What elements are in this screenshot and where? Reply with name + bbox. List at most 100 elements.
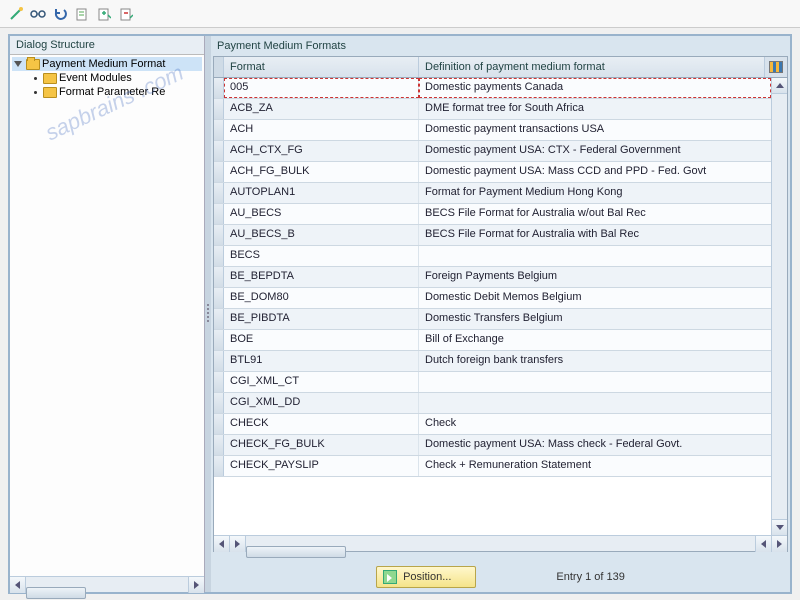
scroll-thumb[interactable] xyxy=(246,546,346,558)
scroll-left-button[interactable] xyxy=(214,536,230,552)
cell-format[interactable]: CGI_XML_DD xyxy=(224,393,419,413)
row-selector[interactable] xyxy=(214,246,224,266)
cell-format[interactable]: BOE xyxy=(224,330,419,350)
row-selector[interactable] xyxy=(214,372,224,392)
cell-format[interactable]: CHECK_FG_BULK xyxy=(224,435,419,455)
new-entries-icon[interactable] xyxy=(74,6,90,22)
tree-horizontal-scrollbar[interactable] xyxy=(10,576,204,592)
cell-format[interactable]: BTL91 xyxy=(224,351,419,371)
table-row[interactable]: AU_BECS_BBECS File Format for Australia … xyxy=(214,225,771,246)
scroll-down-button[interactable] xyxy=(772,519,787,535)
cell-definition[interactable]: Domestic payment USA: Mass check - Feder… xyxy=(419,435,771,455)
delimit-icon[interactable] xyxy=(118,6,134,22)
cell-definition[interactable]: Format for Payment Medium Hong Kong xyxy=(419,183,771,203)
scroll-right-button[interactable] xyxy=(188,577,204,593)
vertical-scrollbar[interactable] xyxy=(771,78,787,535)
cell-format[interactable]: CHECK xyxy=(224,414,419,434)
scroll-right-end-button[interactable] xyxy=(771,536,787,552)
cell-definition[interactable]: Check + Remuneration Statement xyxy=(419,456,771,476)
cell-definition[interactable] xyxy=(419,246,771,266)
table-row[interactable]: AU_BECSBECS File Format for Australia w/… xyxy=(214,204,771,225)
position-button[interactable]: Position... xyxy=(376,566,476,588)
cell-format[interactable]: AU_BECS_B xyxy=(224,225,419,245)
table-row[interactable]: CHECK_FG_BULKDomestic payment USA: Mass … xyxy=(214,435,771,456)
glasses-icon[interactable] xyxy=(30,6,46,22)
undo-icon[interactable] xyxy=(52,6,68,22)
row-selector[interactable] xyxy=(214,183,224,203)
table-row[interactable]: CHECKCheck xyxy=(214,414,771,435)
row-selector[interactable] xyxy=(214,141,224,161)
scroll-left-button[interactable] xyxy=(10,577,26,593)
scroll-up-button[interactable] xyxy=(772,78,787,94)
table-row[interactable]: CGI_XML_DD xyxy=(214,393,771,414)
cell-definition[interactable]: DME format tree for South Africa xyxy=(419,99,771,119)
cell-definition[interactable]: Domestic payments Canada xyxy=(419,78,771,98)
cell-definition[interactable]: Domestic Debit Memos Belgium xyxy=(419,288,771,308)
table-row[interactable]: ACHDomestic payment transactions USA xyxy=(214,120,771,141)
table-row[interactable]: BOEBill of Exchange xyxy=(214,330,771,351)
table-row[interactable]: ACH_CTX_FGDomestic payment USA: CTX - Fe… xyxy=(214,141,771,162)
table-row[interactable]: BTL91Dutch foreign bank transfers xyxy=(214,351,771,372)
table-row[interactable]: AUTOPLAN1Format for Payment Medium Hong … xyxy=(214,183,771,204)
column-header-definition[interactable]: Definition of payment medium format xyxy=(419,57,765,77)
row-selector[interactable] xyxy=(214,435,224,455)
cell-definition[interactable]: Dutch foreign bank transfers xyxy=(419,351,771,371)
expand-icon[interactable] xyxy=(14,61,22,67)
row-selector[interactable] xyxy=(214,330,224,350)
cell-format[interactable]: BECS xyxy=(224,246,419,266)
cell-definition[interactable]: Foreign Payments Belgium xyxy=(419,267,771,287)
cell-definition[interactable]: Domestic Transfers Belgium xyxy=(419,309,771,329)
column-header-format[interactable]: Format xyxy=(224,57,419,77)
scroll-right-button[interactable] xyxy=(230,536,246,552)
row-selector[interactable] xyxy=(214,120,224,140)
tree-item-event-modules[interactable]: Event Modules xyxy=(12,71,202,85)
table-row[interactable]: 005Domestic payments Canada xyxy=(214,78,771,99)
row-selector[interactable] xyxy=(214,393,224,413)
row-selector[interactable] xyxy=(214,288,224,308)
table-row[interactable]: BE_BEPDTAForeign Payments Belgium xyxy=(214,267,771,288)
cell-definition[interactable]: BECS File Format for Australia with Bal … xyxy=(419,225,771,245)
cell-format[interactable]: BE_BEPDTA xyxy=(224,267,419,287)
cell-format[interactable]: BE_DOM80 xyxy=(224,288,419,308)
cell-format[interactable]: AUTOPLAN1 xyxy=(224,183,419,203)
row-selector[interactable] xyxy=(214,351,224,371)
copy-as-icon[interactable] xyxy=(96,6,112,22)
wand-icon[interactable] xyxy=(8,6,24,22)
cell-definition[interactable]: Domestic payment transactions USA xyxy=(419,120,771,140)
row-selector-header[interactable] xyxy=(214,57,224,77)
cell-definition[interactable]: Bill of Exchange xyxy=(419,330,771,350)
cell-definition[interactable]: Check xyxy=(419,414,771,434)
cell-format[interactable]: ACH_FG_BULK xyxy=(224,162,419,182)
cell-definition[interactable] xyxy=(419,372,771,392)
row-selector[interactable] xyxy=(214,225,224,245)
row-selector[interactable] xyxy=(214,162,224,182)
cell-format[interactable]: ACH_CTX_FG xyxy=(224,141,419,161)
cell-definition[interactable]: Domestic payment USA: CTX - Federal Gove… xyxy=(419,141,771,161)
table-row[interactable]: CHECK_PAYSLIPCheck + Remuneration Statem… xyxy=(214,456,771,477)
cell-format[interactable]: ACH xyxy=(224,120,419,140)
horizontal-scrollbar[interactable] xyxy=(214,535,787,551)
row-selector[interactable] xyxy=(214,309,224,329)
row-selector[interactable] xyxy=(214,267,224,287)
table-row[interactable]: CGI_XML_CT xyxy=(214,372,771,393)
row-selector[interactable] xyxy=(214,204,224,224)
scroll-left-end-button[interactable] xyxy=(755,536,771,552)
table-row[interactable]: BE_PIBDTADomestic Transfers Belgium xyxy=(214,309,771,330)
row-selector[interactable] xyxy=(214,78,224,98)
row-selector[interactable] xyxy=(214,414,224,434)
table-row[interactable]: ACH_FG_BULKDomestic payment USA: Mass CC… xyxy=(214,162,771,183)
scroll-thumb[interactable] xyxy=(26,587,86,599)
tree-item-payment-medium-formats[interactable]: Payment Medium Format xyxy=(12,57,202,71)
cell-format[interactable]: CGI_XML_CT xyxy=(224,372,419,392)
table-row[interactable]: BECS xyxy=(214,246,771,267)
cell-format[interactable]: CHECK_PAYSLIP xyxy=(224,456,419,476)
table-row[interactable]: BE_DOM80Domestic Debit Memos Belgium xyxy=(214,288,771,309)
cell-format[interactable]: 005 xyxy=(224,78,419,98)
cell-definition[interactable]: Domestic payment USA: Mass CCD and PPD -… xyxy=(419,162,771,182)
tree-item-format-parameter[interactable]: Format Parameter Re xyxy=(12,85,202,99)
cell-format[interactable]: ACB_ZA xyxy=(224,99,419,119)
configure-columns-button[interactable] xyxy=(765,57,787,77)
cell-format[interactable]: AU_BECS xyxy=(224,204,419,224)
cell-definition[interactable]: BECS File Format for Australia w/out Bal… xyxy=(419,204,771,224)
table-row[interactable]: ACB_ZADME format tree for South Africa xyxy=(214,99,771,120)
